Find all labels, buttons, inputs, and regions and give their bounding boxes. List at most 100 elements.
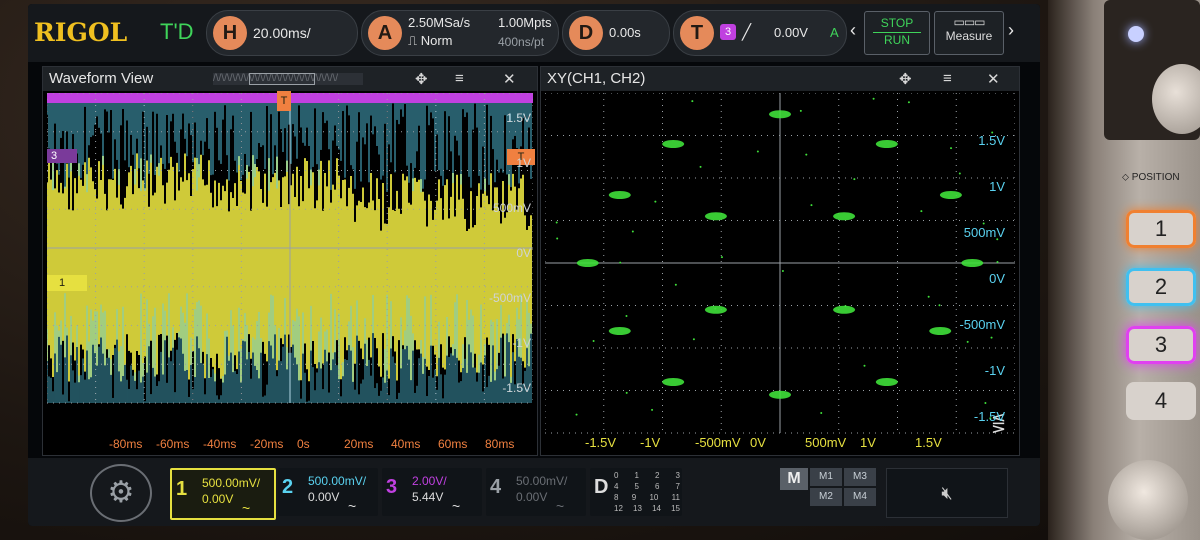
- xy-stray-point: [625, 391, 628, 394]
- ch4-settings[interactable]: 4 50.00mV/ 0.00V ~: [486, 468, 586, 516]
- xy-stray-point: [625, 314, 628, 317]
- digital-label: D: [594, 476, 609, 498]
- horizontal-key: H: [213, 16, 247, 50]
- ch3-number: 3: [386, 476, 398, 498]
- xy-stray-point: [619, 261, 622, 264]
- run-state-label: T'D: [160, 19, 194, 44]
- ch1-offset-marker[interactable]: 1: [47, 275, 87, 291]
- ch2-settings[interactable]: 2 500.00mV/ 0.00V ~: [278, 468, 378, 516]
- measure-label: Measure: [945, 29, 993, 43]
- digital-channels-button[interactable]: D 0 1 2 3 4 5 6 7 8 9 10 11 12 13 14 15: [590, 468, 682, 516]
- ch3-offset-marker[interactable]: 3: [47, 149, 77, 163]
- waveform-x-tick-label: 60ms: [438, 437, 468, 451]
- digital-channel-grid: 0 1 2 3 4 5 6 7 8 9 10 11 12 13 14 15: [614, 470, 680, 514]
- digital-channel-number: 15: [671, 504, 680, 513]
- digital-channel-number: 4: [614, 482, 619, 491]
- ch2-offset: 0.00V: [308, 490, 340, 504]
- waveform-x-tick-label: 80ms: [485, 437, 515, 451]
- ch2-hardware-button[interactable]: 2: [1126, 268, 1196, 306]
- math-label: M: [780, 468, 808, 490]
- menu-icon[interactable]: ≡: [455, 70, 464, 87]
- memory-overview-bar[interactable]: /\/\/\/\/\/\/\/\/\/\/\/\/\/\/\/\/\/\/\/\…: [213, 73, 363, 85]
- stop-run-button[interactable]: STOP RUN: [864, 11, 930, 55]
- math-channel-m3-button[interactable]: M3: [844, 468, 876, 486]
- memory-depth: 1.00Mpts: [498, 15, 552, 30]
- acquire-key: A: [368, 16, 402, 50]
- xy-point-cluster: [662, 140, 685, 148]
- math-channel-m4-button[interactable]: M4: [844, 488, 876, 506]
- run-label: RUN: [873, 32, 921, 47]
- trigger-position-marker[interactable]: T: [277, 91, 291, 111]
- memory-view-window[interactable]: [249, 73, 315, 85]
- waveform-x-tick-label: -20ms: [250, 437, 284, 451]
- time-per-point: 400ns/pt: [498, 35, 545, 49]
- xy-point-cluster: [704, 305, 727, 314]
- xy-x-tick-label: 1V: [860, 435, 876, 450]
- digital-channel-number: 12: [614, 504, 623, 513]
- waveform-view-header: Waveform View /\/\/\/\/\/\/\/\/\/\/\/\/\…: [43, 67, 537, 91]
- ch4-hardware-button[interactable]: 4: [1126, 382, 1196, 420]
- ch1-hardware-button[interactable]: 1: [1126, 210, 1196, 248]
- xy-x-tick-label: 500mV: [805, 435, 847, 450]
- delay-control[interactable]: D 0.00s: [562, 10, 670, 56]
- digital-channel-number: 0: [614, 471, 619, 480]
- ruler-icon: ▭▭▭: [953, 15, 985, 29]
- xy-stray-point: [966, 340, 969, 343]
- menu-icon[interactable]: ≡: [943, 70, 952, 87]
- xy-stray-point: [820, 411, 823, 414]
- delay-key: D: [569, 16, 603, 50]
- waveform-plot[interactable]: [47, 93, 533, 449]
- digital-channel-row: 8 9 10 11: [614, 492, 680, 503]
- ch3-hardware-button[interactable]: 3: [1126, 326, 1196, 364]
- xy-point-cluster: [961, 259, 984, 267]
- xy-point-cluster: [704, 212, 727, 221]
- xy-stray-point: [938, 304, 941, 307]
- math-channel-m2-button[interactable]: M2: [810, 488, 842, 506]
- math-channels-grid[interactable]: M1 M3 M2 M4: [810, 468, 878, 508]
- ch3-coupling-icon: ~: [452, 498, 461, 514]
- xy-point-cluster: [608, 191, 631, 199]
- xy-y-tick-label: 1.5V: [978, 133, 1005, 148]
- home-gear-icon[interactable]: ⚙: [90, 464, 152, 522]
- xy-stray-point: [699, 165, 702, 168]
- touch-drag-icon[interactable]: ✥: [415, 70, 428, 88]
- digital-channel-number: 14: [652, 504, 661, 513]
- mute-speaker-icon[interactable]: 🔇︎: [886, 468, 1008, 518]
- waveform-y-tick-label: -1.5V: [502, 381, 531, 395]
- waveform-y-tick-label: -500mV: [488, 291, 531, 305]
- xy-point-cluster: [939, 191, 962, 199]
- math-channel-m1-button[interactable]: M1: [810, 468, 842, 486]
- xy-plot[interactable]: [545, 93, 1015, 449]
- digital-channel-row: 0 1 2 3: [614, 470, 680, 481]
- close-icon[interactable]: ✕: [987, 70, 1000, 88]
- horizontal-scale-control[interactable]: H 20.00ms/: [206, 10, 358, 56]
- pulse-icon: ⎍: [408, 34, 418, 49]
- ch2-scale: 500.00mV/: [308, 474, 367, 488]
- waveform-view-panel[interactable]: Waveform View /\/\/\/\/\/\/\/\/\/\/\/\/\…: [42, 66, 538, 456]
- position-label-text: POSITION: [1131, 172, 1180, 183]
- ch4-offset: 0.00V: [516, 490, 548, 504]
- xy-stray-point: [810, 204, 813, 207]
- position-knob[interactable]: [1108, 460, 1188, 540]
- xy-view-panel[interactable]: XY(CH1, CH2) ✥ ≡ ✕ ⋚ 1.5V 1V 500mV 0V -500mV…: [540, 66, 1020, 456]
- ch3-settings[interactable]: 3 2.00V/ 5.44V ~: [382, 468, 482, 516]
- trigger-control[interactable]: T 3 ╱ 0.00V A: [673, 10, 847, 56]
- close-icon[interactable]: ✕: [503, 70, 516, 88]
- digital-channel-number: 11: [671, 493, 680, 502]
- position-triangle-icon: ⬦: [1122, 172, 1132, 183]
- chevron-right-icon[interactable]: ›: [1008, 20, 1014, 41]
- bottom-channel-bar: ⚙ 1 500.00mV/ 0.00V ~ 2 500.00mV/ 0.00V …: [28, 458, 1040, 526]
- xy-stray-point: [799, 109, 802, 112]
- acquire-control[interactable]: A 2.50MSa/s ⎍ Norm 1.00Mpts 400ns/pt: [361, 10, 559, 56]
- xy-y-tick-label: -500mV: [959, 317, 1005, 332]
- trigger-key: T: [680, 16, 714, 50]
- xy-point-cluster: [875, 140, 898, 148]
- ch1-offset: 0.00V: [202, 492, 234, 506]
- xy-y-tick-label: 500mV: [963, 225, 1005, 240]
- waveform-y-tick-label: 1V: [516, 156, 531, 170]
- measure-button[interactable]: ▭▭▭ Measure: [934, 11, 1004, 55]
- touch-drag-icon[interactable]: ✥: [899, 70, 912, 88]
- front-panel: ⬦ POSITION 1 2 3 4: [1048, 0, 1200, 540]
- ch1-settings[interactable]: 1 500.00mV/ 0.00V ~: [170, 468, 276, 520]
- chevron-left-icon[interactable]: ‹: [850, 20, 856, 41]
